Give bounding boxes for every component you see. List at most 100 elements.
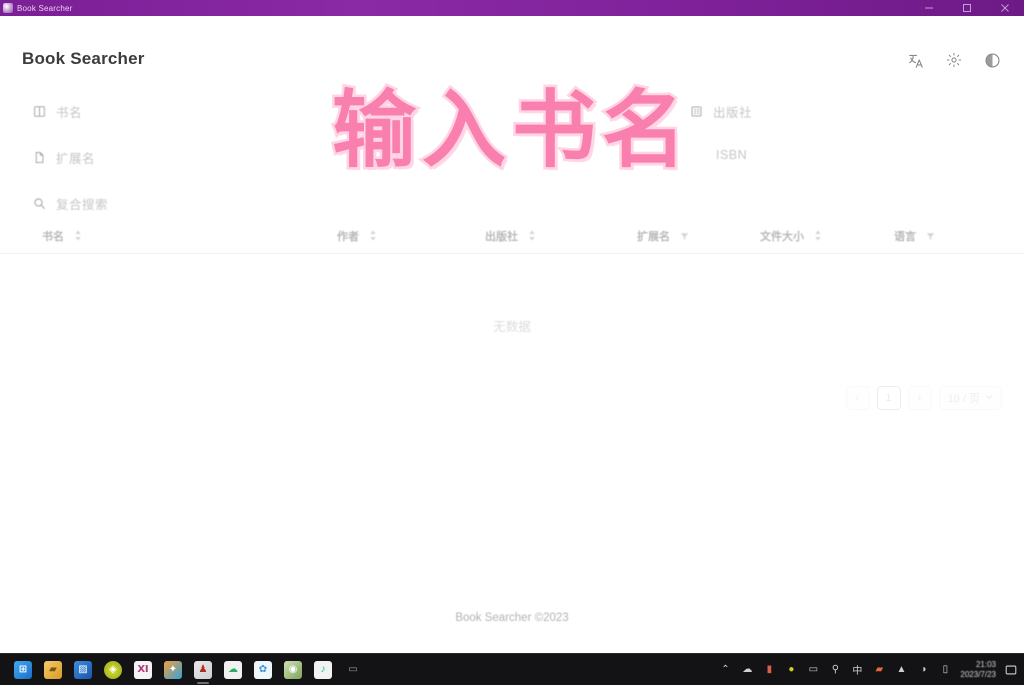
column-header-title[interactable]: 书名 bbox=[42, 228, 82, 244]
chevron-down-icon bbox=[985, 392, 993, 404]
app-icon bbox=[3, 3, 13, 13]
diamond-icon: ◈ bbox=[104, 660, 122, 679]
x-editor-icon: Ⅺ bbox=[134, 660, 152, 679]
tray-green-circle-icon[interactable]: ● bbox=[780, 654, 802, 685]
tray-network-icon[interactable]: ▲ bbox=[890, 654, 912, 685]
search-form: 书名 扩展名 复合搜索 出版社 ISBN bbox=[0, 74, 1024, 224]
column-header-filesize[interactable]: 文件大小 bbox=[760, 228, 822, 244]
close-icon bbox=[1001, 4, 1009, 12]
taskbar-app-butterfly[interactable]: ✦ bbox=[158, 654, 188, 685]
window-titlebar: Book Searcher bbox=[0, 0, 1024, 16]
taskbar-app-paint[interactable]: ✿ bbox=[248, 654, 278, 685]
column-header-publisher[interactable]: 出版社 bbox=[485, 228, 536, 244]
column-header-title-label: 书名 bbox=[42, 231, 64, 243]
system-tray: ⌃ ☁ ▮ ● ▭ ⚲ 中 ▰ ▲ ◑ ▯ 21:03 2023/7/23 bbox=[714, 654, 1024, 685]
maximize-icon bbox=[963, 4, 971, 12]
pagination-next-button[interactable]: › bbox=[907, 386, 932, 410]
windows-taskbar: ⊞ ▰ ▨ ◈ Ⅺ ✦ ♟ ☁ ✿ ◉ ♪ ▭ ⌃ ☁ ▮ ● ▭ ⚲ 中 ▰ … bbox=[0, 653, 1024, 685]
tray-ime-icon[interactable]: 中 bbox=[846, 654, 868, 685]
package-icon: ◉ bbox=[284, 660, 302, 679]
search-field-extension[interactable]: 扩展名 bbox=[33, 148, 95, 167]
filter-icon[interactable] bbox=[680, 232, 689, 241]
sort-icon[interactable] bbox=[369, 230, 377, 243]
column-header-extension-label: 扩展名 bbox=[637, 231, 670, 243]
taskbar-app-qq-music[interactable]: ♪ bbox=[308, 654, 338, 685]
window-close-button[interactable] bbox=[986, 0, 1024, 16]
column-header-filesize-label: 文件大小 bbox=[760, 231, 804, 243]
search-icon bbox=[33, 197, 46, 210]
app-header: Book Searcher bbox=[0, 16, 1024, 74]
paint-icon: ✿ bbox=[254, 660, 272, 679]
search-field-isbn[interactable]: ISBN bbox=[716, 148, 747, 162]
column-header-author-label: 作者 bbox=[337, 231, 359, 243]
book-icon bbox=[33, 105, 46, 118]
sort-icon[interactable] bbox=[74, 230, 82, 243]
sort-icon[interactable] bbox=[528, 230, 536, 243]
screen-record-icon: ▭ bbox=[348, 664, 358, 675]
tray-red-icon[interactable]: ▰ bbox=[868, 654, 890, 685]
filter-icon[interactable] bbox=[926, 232, 935, 241]
window-minimize-button[interactable] bbox=[910, 0, 948, 16]
taskbar-app-red-person[interactable]: ♟ bbox=[188, 654, 218, 685]
app-surface: Book Searcher 书名 扩展名 复合搜索 出版社 ISBN 输入书名 … bbox=[0, 16, 1024, 653]
column-header-language-label: 语言 bbox=[894, 231, 916, 243]
file-icon bbox=[33, 151, 46, 164]
screen: Book Searcher Book Searcher 书名 扩展名 复合搜索 … bbox=[0, 0, 1024, 685]
butterfly-icon: ✦ bbox=[164, 660, 182, 679]
search-field-title[interactable]: 书名 bbox=[33, 102, 82, 121]
window-maximize-button[interactable] bbox=[948, 0, 986, 16]
taskbar-app-microsoft-store[interactable]: ▨ bbox=[68, 654, 98, 685]
show-hidden-icons-chevron-icon[interactable]: ⌃ bbox=[714, 654, 736, 685]
building-icon bbox=[690, 105, 703, 118]
tray-monitor-icon[interactable]: ▭ bbox=[802, 654, 824, 685]
taskbar-app-x-editor[interactable]: Ⅺ bbox=[128, 654, 158, 685]
search-field-composite-label: 复合搜索 bbox=[56, 198, 109, 212]
windows-logo-icon: ⊞ bbox=[14, 660, 32, 679]
start-button[interactable]: ⊞ bbox=[8, 654, 38, 685]
search-field-composite[interactable]: 复合搜索 bbox=[33, 194, 108, 213]
translate-icon[interactable] bbox=[906, 50, 926, 70]
person-icon: ♟ bbox=[194, 660, 212, 679]
search-field-publisher-label: 出版社 bbox=[713, 106, 753, 120]
gear-icon[interactable] bbox=[944, 50, 964, 70]
table-empty-state: 无数据 bbox=[493, 320, 531, 334]
taskbar-app-file-explorer[interactable]: ▰ bbox=[38, 654, 68, 685]
column-header-extension[interactable]: 扩展名 bbox=[637, 228, 689, 244]
search-field-title-label: 书名 bbox=[56, 106, 83, 120]
taskbar-clock[interactable]: 21:03 2023/7/23 bbox=[956, 660, 1002, 680]
column-header-author[interactable]: 作者 bbox=[337, 228, 377, 244]
pagination-prev-button[interactable]: ‹ bbox=[845, 386, 870, 410]
pagination-page-size-label: 10 / 页 bbox=[947, 393, 980, 405]
pagination-page-size-select[interactable]: 10 / 页 bbox=[938, 386, 1002, 410]
cloud-icon: ☁ bbox=[224, 660, 242, 679]
table-header-row: 书名 作者 出版社 扩展名 文件大小 语言 bbox=[0, 218, 1024, 254]
taskbar-clock-date: 2023/7/23 bbox=[960, 669, 996, 679]
pagination-page-1[interactable]: 1 bbox=[876, 386, 901, 410]
sort-icon[interactable] bbox=[814, 230, 822, 243]
search-field-extension-label: 扩展名 bbox=[56, 152, 96, 166]
taskbar-app-cloud[interactable]: ☁ bbox=[218, 654, 248, 685]
folder-icon: ▰ bbox=[44, 660, 62, 679]
tray-cloud-icon[interactable]: ☁ bbox=[736, 654, 758, 685]
tray-thermometer-icon[interactable]: ▮ bbox=[758, 654, 780, 685]
tray-pin-icon[interactable]: ⚲ bbox=[824, 654, 846, 685]
taskbar-clock-time: 21:03 bbox=[975, 659, 996, 669]
theme-toggle-icon[interactable] bbox=[982, 50, 1002, 70]
taskbar-app-screen-record[interactable]: ▭ bbox=[338, 654, 368, 685]
taskbar-app-package[interactable]: ◉ bbox=[278, 654, 308, 685]
tray-battery-icon[interactable]: ▯ bbox=[934, 654, 956, 685]
window-title: Book Searcher bbox=[17, 3, 73, 13]
taskbar-app-green-diamond[interactable]: ◈ bbox=[98, 654, 128, 685]
tray-volume-icon[interactable]: ◑ bbox=[912, 654, 934, 685]
music-icon: ♪ bbox=[314, 660, 332, 679]
store-icon: ▨ bbox=[74, 660, 92, 679]
notification-center-button[interactable] bbox=[1002, 654, 1020, 685]
pagination: ‹ 1 › 10 / 页 bbox=[845, 386, 1002, 410]
column-header-language[interactable]: 语言 bbox=[894, 228, 935, 244]
page-title: Book Searcher bbox=[22, 49, 145, 68]
search-field-publisher[interactable]: 出版社 bbox=[690, 102, 752, 121]
search-field-isbn-label: ISBN bbox=[716, 148, 748, 162]
header-actions bbox=[906, 50, 1002, 70]
minimize-icon bbox=[925, 7, 933, 9]
taskbar-app-list: ⊞ ▰ ▨ ◈ Ⅺ ✦ ♟ ☁ ✿ ◉ ♪ ▭ bbox=[0, 654, 368, 685]
